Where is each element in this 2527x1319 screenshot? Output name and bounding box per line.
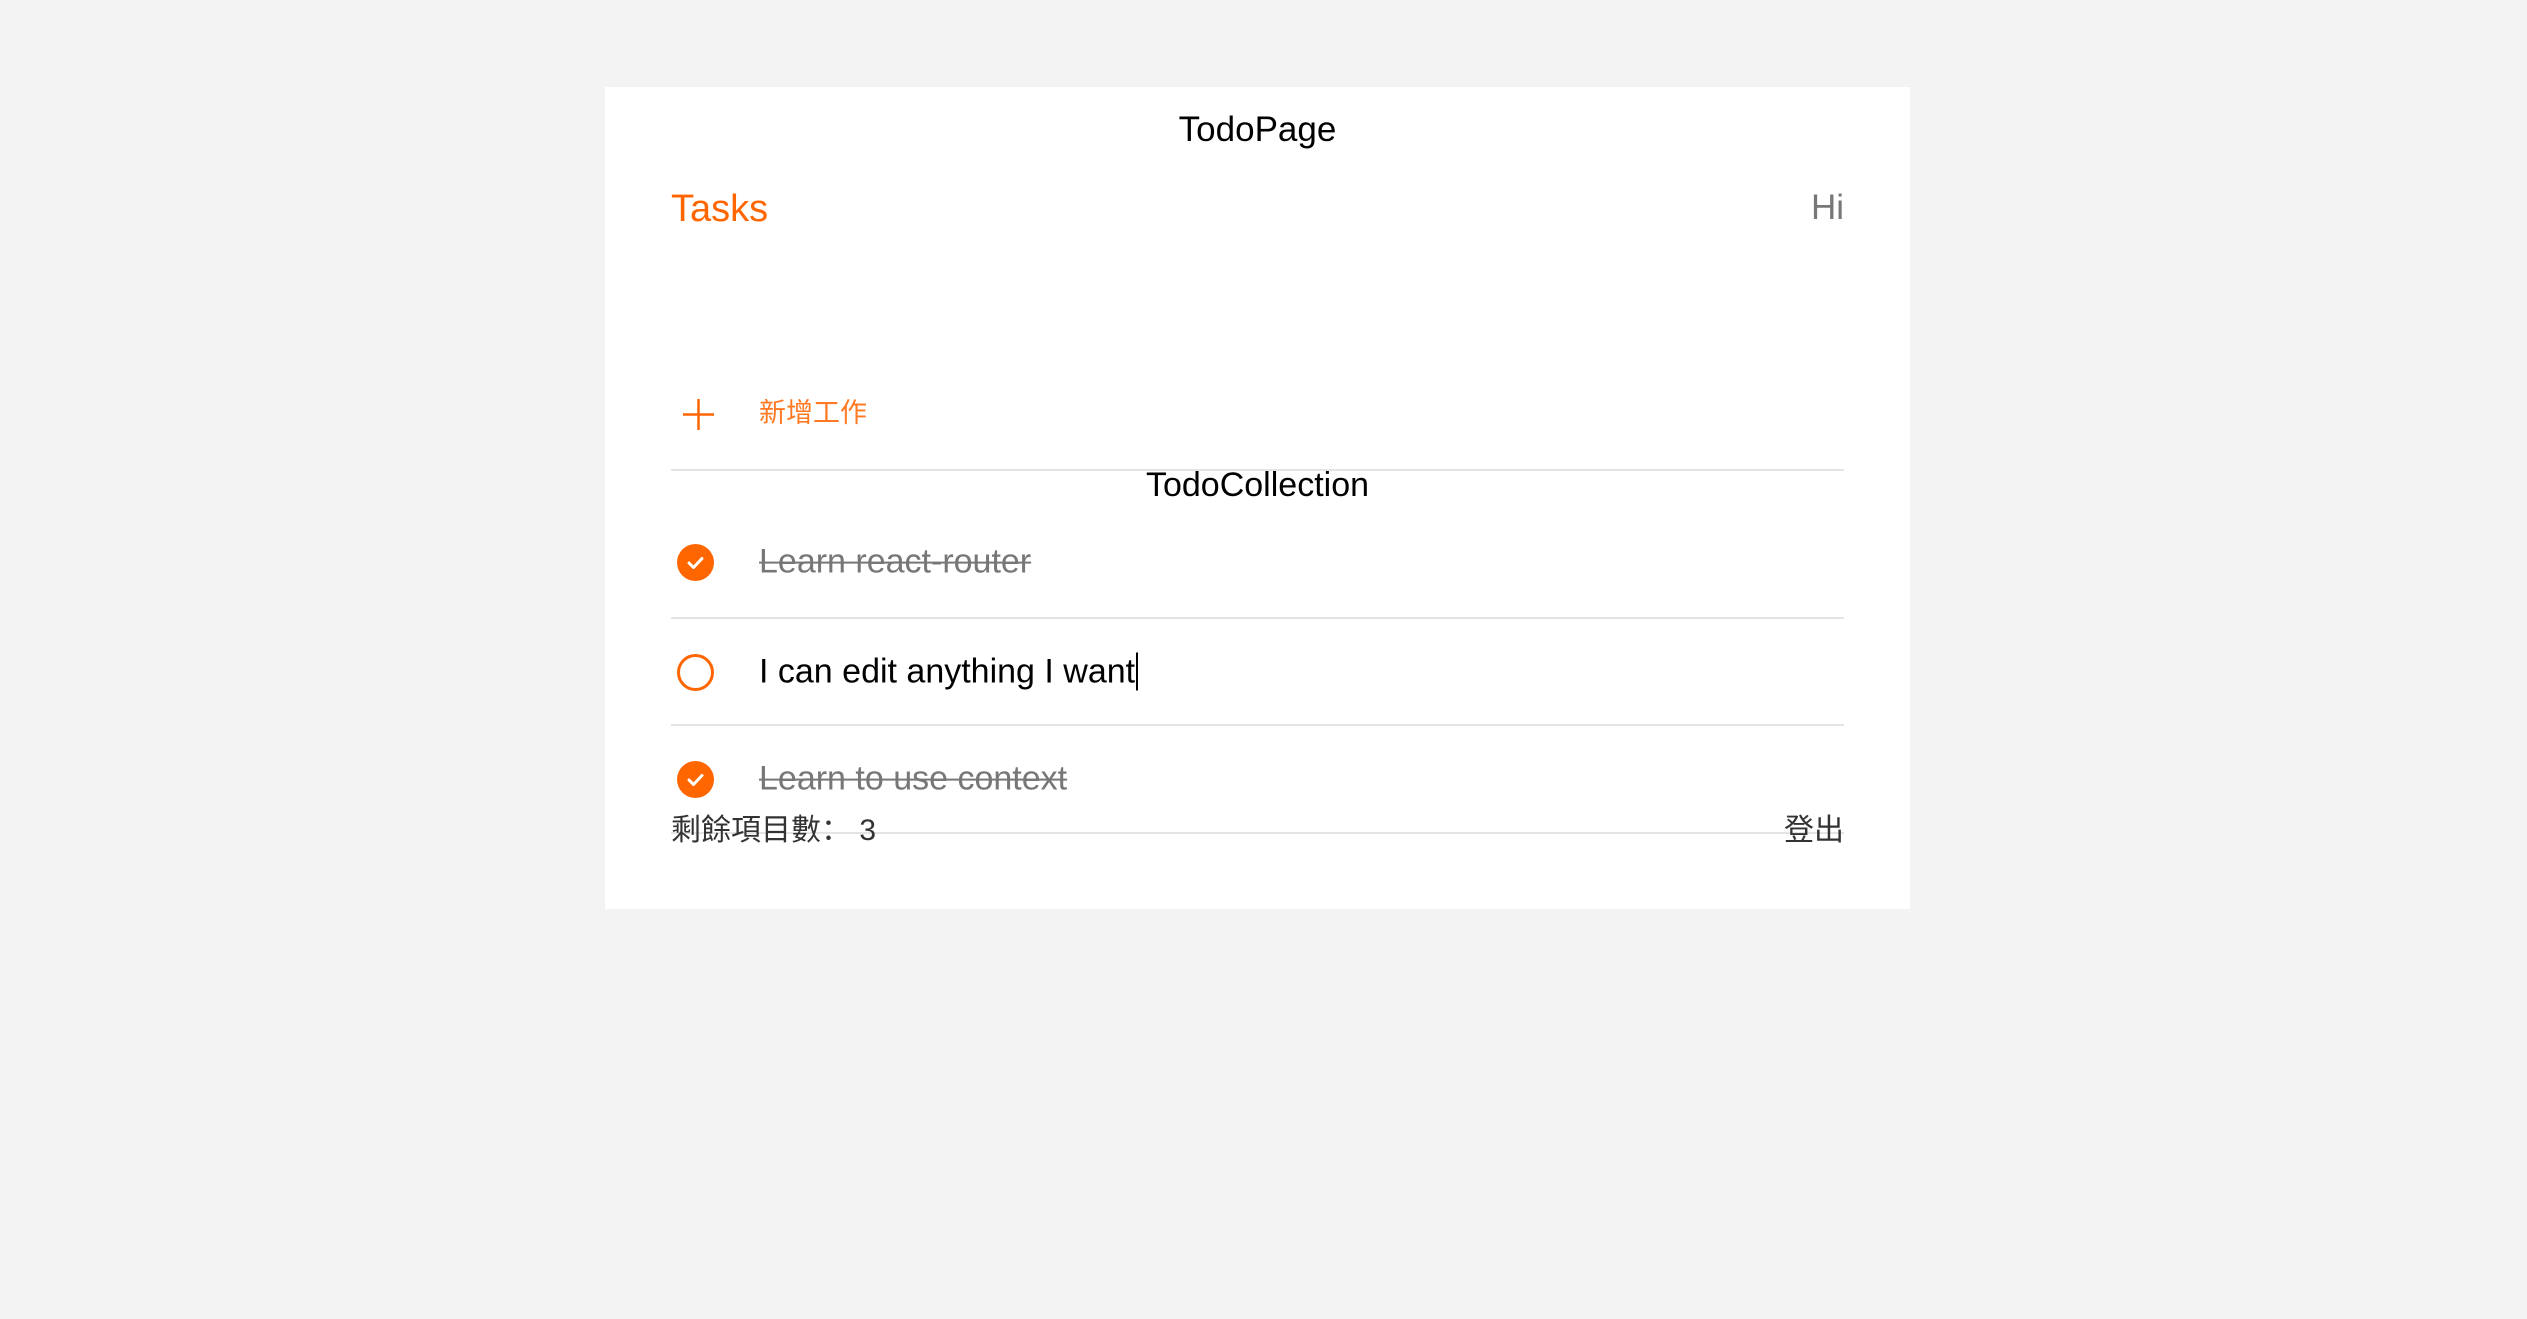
- tasks-title: Tasks: [671, 188, 769, 230]
- remaining-value: 3: [859, 814, 877, 847]
- checked-circle-icon[interactable]: [677, 761, 714, 798]
- todo-text[interactable]: Learn to use context: [759, 759, 1067, 800]
- todo-list: Learn react-router I can edit anything I…: [671, 507, 1844, 834]
- add-task-row[interactable]: 新增工作: [671, 357, 1844, 471]
- todo-item: I can edit anything I want: [671, 619, 1844, 726]
- todo-text[interactable]: Learn react-router: [759, 542, 1031, 583]
- add-task-input[interactable]: 新增工作: [759, 397, 867, 429]
- todo-edit-value: I can edit anything I want: [759, 651, 1136, 690]
- unchecked-circle-icon[interactable]: [677, 653, 714, 691]
- header: Tasks Hi: [671, 187, 1844, 241]
- todo-item: Learn react-router: [671, 507, 1844, 619]
- checkmark-icon: [687, 774, 704, 786]
- plus-icon[interactable]: [683, 399, 714, 430]
- text-caret: [1136, 652, 1139, 691]
- user-greeting: Hi: [1810, 188, 1844, 227]
- remaining-count: 剩餘項目數： 3: [671, 813, 876, 849]
- collection-title: TodoCollection: [1145, 466, 1370, 504]
- page-title: TodoPage: [1178, 110, 1337, 149]
- footer: 剩餘項目數： 3 登出: [671, 813, 1844, 863]
- checked-circle-icon[interactable]: [677, 544, 714, 581]
- checkmark-icon: [687, 557, 704, 569]
- logout-button[interactable]: 登出: [1784, 813, 1844, 849]
- remaining-label: 剩餘項目數：: [671, 814, 851, 847]
- todo-edit-field[interactable]: I can edit anything I want: [759, 651, 1139, 692]
- todo-card: TodoPage Tasks Hi 新增工作 TodoCollection Le…: [605, 87, 1910, 909]
